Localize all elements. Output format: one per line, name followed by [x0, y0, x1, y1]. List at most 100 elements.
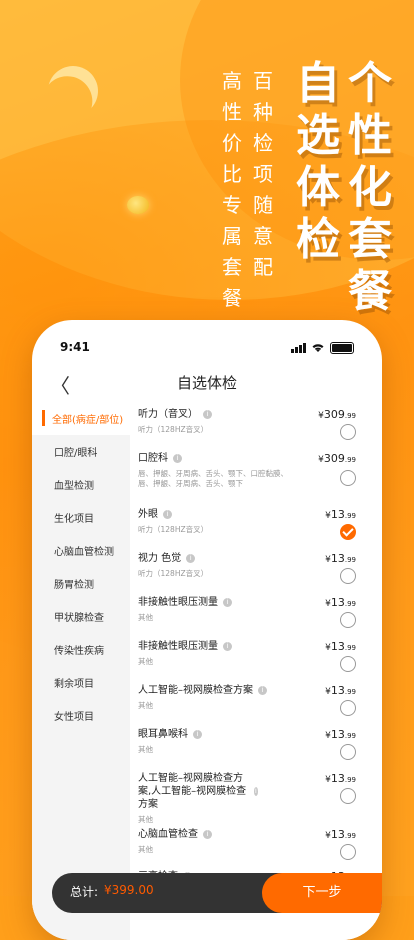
next-step-button[interactable]: 下一步 — [262, 873, 382, 913]
exam-item-desc: 唇、押龈、牙周病、舌头、颚下、口腔黏膜、唇、押龈、牙周病、舌头、颚下 — [138, 469, 288, 488]
subheadline-char: 性 — [222, 100, 243, 124]
price-decimal: .99 — [344, 776, 356, 784]
select-checkbox[interactable] — [340, 700, 356, 716]
exam-item-title: 非接触性眼压测量 — [138, 597, 218, 608]
sidebar-category-item[interactable]: 血型检测 — [32, 468, 130, 501]
coin-icon — [127, 196, 149, 214]
info-icon[interactable]: i — [203, 410, 212, 419]
subheadline-char: 检 — [253, 131, 274, 155]
sidebar-category-item[interactable]: 全部(病症/部位) — [32, 402, 130, 435]
price-integer: 13 — [330, 596, 345, 609]
price-decimal: .99 — [344, 512, 356, 520]
info-icon[interactable]: i — [223, 598, 232, 607]
exam-item-price: ¥13.99 — [325, 640, 356, 653]
exam-item-price: ¥309.99 — [318, 408, 356, 421]
headline-char: 体 — [296, 162, 340, 213]
price-decimal: .99 — [344, 412, 356, 420]
status-icons — [291, 342, 354, 354]
exam-item-price: ¥13.99 — [325, 728, 356, 741]
select-checkbox[interactable] — [340, 524, 356, 540]
headline-char: 餐 — [348, 266, 392, 317]
exam-item-title: 非接触性眼压测量 — [138, 641, 218, 652]
battery-icon — [330, 342, 354, 354]
select-checkbox[interactable] — [340, 744, 356, 760]
exam-item-row: 视力 色觉 i 听力（128HZ音叉） ¥13.99 — [130, 546, 382, 585]
headline-char: 选 — [296, 110, 340, 161]
sidebar-category-item[interactable]: 肠胃检测 — [32, 567, 130, 600]
subheadline-char: 高 — [222, 69, 243, 93]
exam-item-name: 心脑血管检查 i — [138, 828, 288, 841]
exam-item-name: 视力 色觉 i — [138, 552, 288, 565]
headline-char: 化 — [348, 162, 392, 213]
exam-item-name: 非接触性眼压测量 i — [138, 596, 288, 609]
subheadline-char: 价 — [222, 131, 243, 155]
price-integer: 13 — [330, 508, 345, 521]
exam-item-row: 口腔科 i 唇、押龈、牙周病、舌头、颚下、口腔黏膜、唇、押龈、牙周病、舌头、颚下 ¥3… — [130, 446, 382, 495]
exam-item-name: 外眼 i — [138, 508, 288, 521]
page-title: 自选体检 — [176, 374, 237, 392]
info-icon[interactable]: i — [186, 554, 196, 563]
price-decimal: .99 — [344, 456, 356, 464]
total-label: 总计: — [70, 885, 99, 899]
exam-item-name: 人工智能–视网膜检查方案,人工智能–视网膜检查方案 i — [138, 772, 258, 811]
subheadline: 百种检项随意配 高性价比专属套餐 — [222, 66, 274, 318]
status-bar: 9:41 — [60, 340, 354, 360]
total-value: ¥399.00 — [104, 883, 154, 897]
select-checkbox[interactable] — [340, 568, 356, 584]
exam-item-row: 非接触性眼压测量 i 其他 ¥13.99 — [130, 590, 382, 629]
info-icon[interactable]: i — [173, 454, 182, 463]
sidebar-category-item[interactable]: 剩余项目 — [32, 666, 130, 699]
subheadline-col-2: 高性价比专属套餐 — [222, 66, 243, 318]
status-time: 9:41 — [60, 340, 90, 354]
exam-item-row: 眼耳鼻喉科 i 其他 ¥13.99 — [130, 722, 382, 761]
price-integer: 13 — [330, 828, 345, 841]
info-icon[interactable]: i — [253, 787, 258, 796]
subheadline-char: 百 — [253, 69, 274, 93]
exam-item-price: ¥13.99 — [325, 508, 356, 521]
exam-item-price: ¥13.99 — [325, 772, 356, 785]
price-decimal: .99 — [344, 732, 356, 740]
exam-item-price: ¥13.99 — [325, 596, 356, 609]
info-icon[interactable]: i — [258, 686, 267, 695]
exam-item-title: 心脑血管检查 — [138, 829, 198, 840]
exam-item-desc: 其他 — [138, 613, 153, 622]
select-checkbox[interactable] — [340, 470, 356, 486]
sidebar-category-item[interactable]: 甲状腺检查 — [32, 600, 130, 633]
exam-item-row: 人工智能–视网膜检查方案 i 其他 ¥13.99 — [130, 678, 382, 717]
exam-item-title: 听力（音叉） — [138, 409, 198, 420]
exam-item-title: 眼耳鼻喉科 — [138, 729, 188, 740]
headline-char: 检 — [296, 214, 340, 265]
info-icon[interactable]: i — [203, 830, 212, 839]
price-integer: 309 — [323, 408, 345, 421]
price-integer: 13 — [330, 684, 345, 697]
headline-col-custom-exam: 自选体检 — [296, 58, 340, 318]
checkout-bar: 总计: ¥399.00 下一步 — [52, 873, 382, 913]
exam-item-name: 人工智能–视网膜检查方案 i — [138, 684, 288, 697]
select-checkbox[interactable] — [340, 788, 356, 804]
price-integer: 13 — [330, 772, 345, 785]
exam-item-desc: 其他 — [138, 701, 153, 710]
select-checkbox[interactable] — [340, 424, 356, 440]
info-icon[interactable]: i — [193, 730, 202, 739]
subheadline-col-1: 百种检项随意配 — [253, 66, 274, 318]
select-checkbox[interactable] — [340, 612, 356, 628]
exam-item-name: 听力（音叉） i — [138, 408, 288, 421]
headline-char: 性 — [348, 110, 392, 161]
exam-item-title: 口腔科 — [138, 453, 168, 464]
info-icon[interactable]: i — [223, 642, 232, 651]
subheadline-char: 属 — [222, 224, 243, 248]
sidebar-category-item[interactable]: 女性项目 — [32, 699, 130, 732]
select-checkbox[interactable] — [340, 656, 356, 672]
exam-item-row: 外眼 i 听力（128HZ音叉） ¥13.99 — [130, 502, 382, 541]
sidebar-category-item[interactable]: 生化项目 — [32, 501, 130, 534]
select-checkbox[interactable] — [340, 844, 356, 860]
sidebar-category-item[interactable]: 传染性疾病 — [32, 633, 130, 666]
exam-item-name: 非接触性眼压测量 i — [138, 640, 288, 653]
price-integer: 13 — [330, 552, 345, 565]
subheadline-char: 配 — [253, 255, 274, 279]
info-icon[interactable]: i — [163, 510, 172, 519]
headline-char: 个 — [348, 58, 392, 109]
sidebar-category-item[interactable]: 口腔/眼科 — [32, 435, 130, 468]
price-decimal: .99 — [344, 688, 356, 696]
sidebar-category-item[interactable]: 心脑血管检测 — [32, 534, 130, 567]
